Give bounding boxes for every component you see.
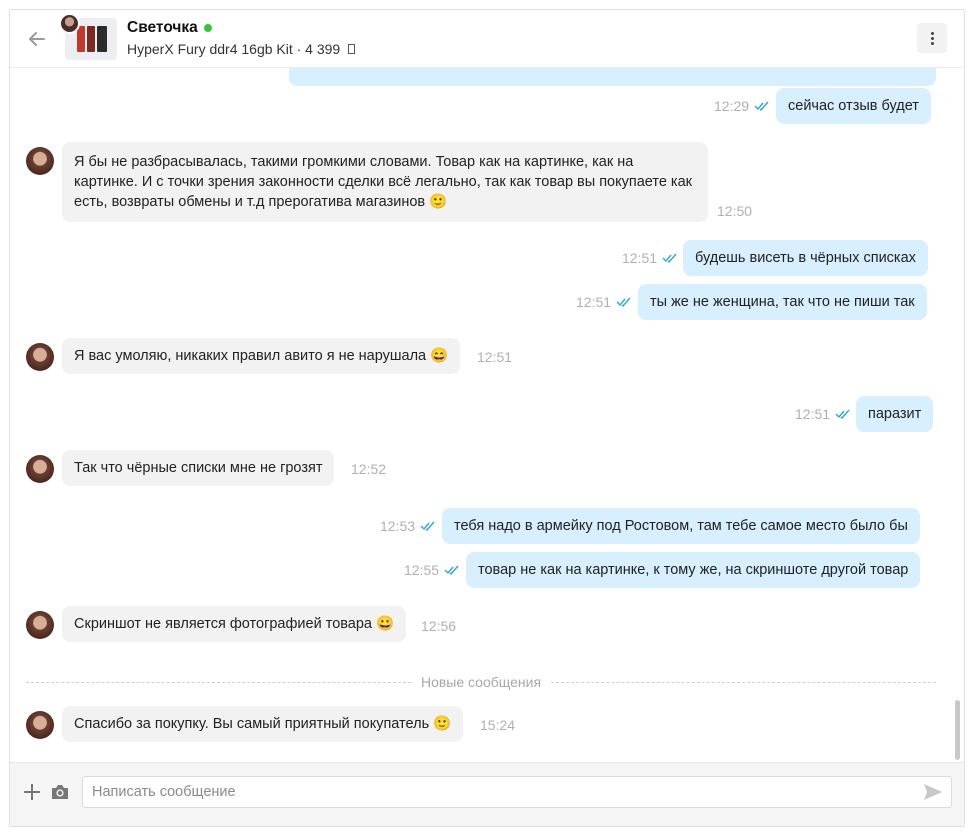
more-vertical-icon[interactable] [917,23,947,53]
double-check-icon [420,521,435,531]
contact-name-text: Светочка [127,19,198,36]
send-icon[interactable] [923,783,943,801]
message-time: 12:53 [380,517,436,535]
message-time: 12:51 [477,349,513,365]
message-bubble-outgoing[interactable]: сейчас отзыв будет [776,88,931,124]
contact-name[interactable]: Светочка [127,19,212,37]
chat-header: Светочка HyperX Fury ddr4 16gb Kit · 4 3… [10,10,964,68]
message-time: 12:51 [795,405,851,423]
contact-avatar [26,147,54,175]
message-bubble-incoming[interactable]: Спасибо за покупку. Вы самый приятный по… [62,706,464,742]
message-time: 12:52 [351,461,387,477]
double-check-icon [616,297,631,307]
double-check-icon [754,101,769,111]
back-arrow-icon[interactable] [26,28,48,50]
contact-avatar [26,711,54,739]
contact-avatar-small [59,13,80,34]
double-check-icon [835,409,850,419]
message-composer [10,762,964,826]
contact-avatar [26,343,54,371]
message-bubble-outgoing[interactable]: будешь висеть в чёрных списках [683,240,928,276]
contact-avatar [26,455,54,483]
message-bubble-incoming[interactable]: Скриншот не является фотографией товара … [62,606,407,642]
message-time: 15:24 [480,717,516,733]
online-status-indicator [203,24,212,32]
message-list: 12:29 сейчас отзыв будет Я бы не разбрас… [10,68,964,762]
currency-glyph-icon [348,44,356,54]
message-bubble-incoming[interactable]: Так что чёрные списки мне не грозят [62,450,335,486]
chat-window: Светочка HyperX Fury ddr4 16gb Kit · 4 3… [9,9,965,827]
message-bubble-outgoing[interactable]: паразит [856,396,934,432]
message-bubble-partial [289,68,936,86]
contact-avatar [26,611,54,639]
message-bubble-incoming[interactable]: Я вас умоляю, никаких правил авито я не … [62,338,461,374]
double-check-icon [662,253,677,263]
listing-title-price: HyperX Fury ddr4 16gb Kit · 4 399 [127,41,341,57]
scrollbar-thumb[interactable] [955,700,960,760]
message-time: 12:55 [404,561,460,579]
message-bubble-outgoing[interactable]: тебя надо в армейку под Ростовом, там те… [442,508,920,544]
double-check-icon [444,565,459,575]
listing-info[interactable]: HyperX Fury ddr4 16gb Kit · 4 399 [127,41,356,57]
message-bubble-outgoing[interactable]: товар не как на картинке, к тому же, на … [466,552,921,588]
message-time: 12:50 [717,203,753,219]
message-time: 12:51 [576,293,632,311]
message-time: 12:29 [714,97,770,115]
new-messages-divider: Новые сообщения [26,674,937,690]
message-bubble-outgoing[interactable]: ты же не женщина, так что не пиши так [638,284,927,320]
plus-icon[interactable] [23,783,41,801]
new-messages-label: Новые сообщения [420,674,542,690]
message-bubble-incoming[interactable]: Я бы не разбрасывалась, такими громкими … [62,142,708,222]
message-input[interactable] [83,777,903,807]
message-input-box [82,776,952,808]
message-time: 12:51 [622,249,678,267]
camera-icon[interactable] [50,783,70,801]
message-time: 12:56 [421,618,457,634]
